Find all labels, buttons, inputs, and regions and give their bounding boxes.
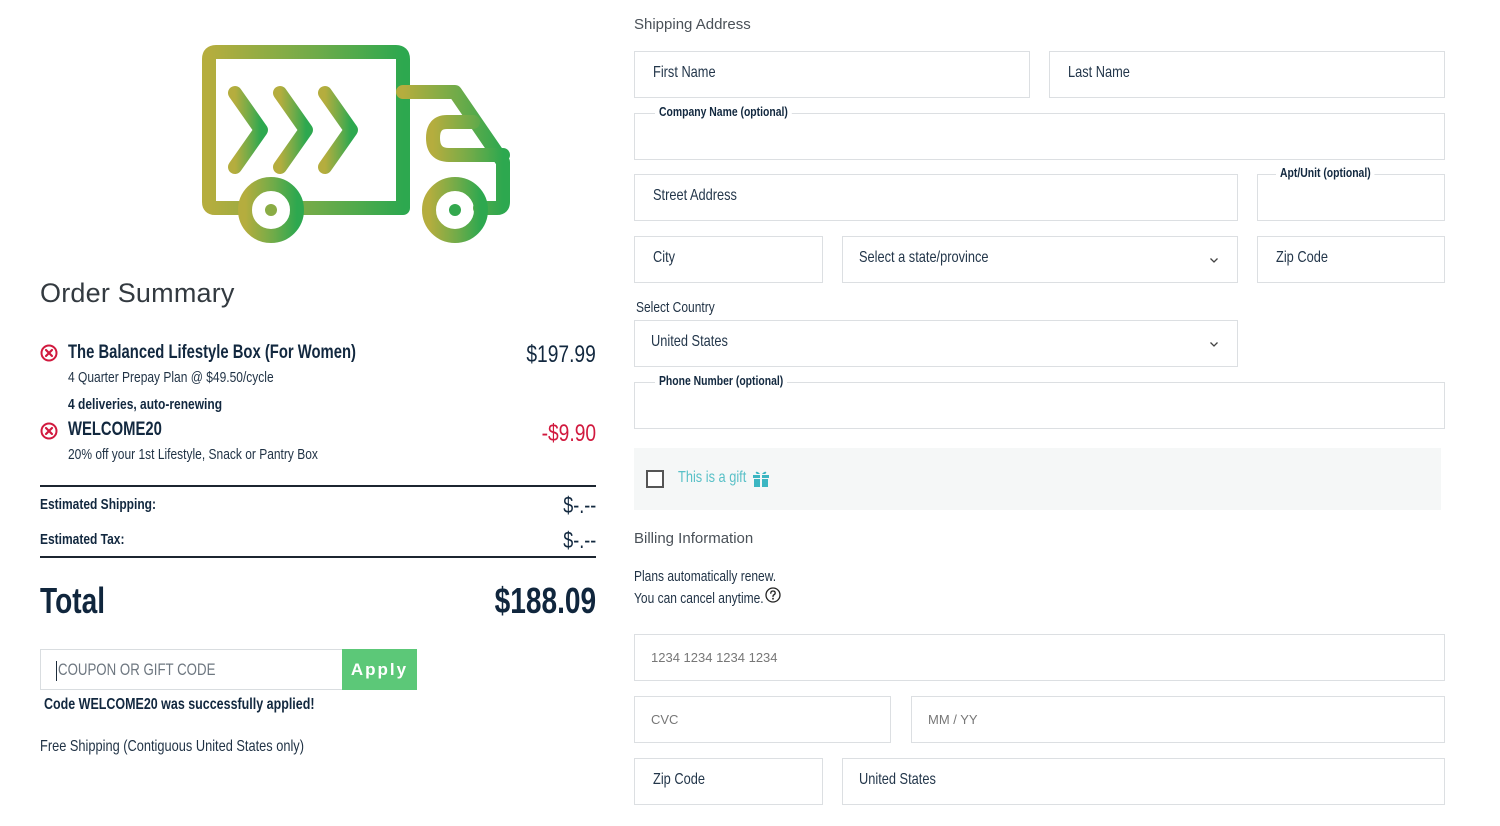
apply-coupon-button[interactable]: Apply (342, 649, 417, 690)
chevron-down-icon (1210, 342, 1218, 347)
auto-renew-line: Plans automatically renew. (634, 568, 777, 585)
gift-option-panel: This is a gift (634, 448, 1441, 510)
last-name-placeholder: Last Name (1068, 64, 1130, 81)
apt-unit-label: Apt/Unit (optional) (1276, 165, 1375, 180)
item-plan: 4 Quarter Prepay Plan @ $49.50/cycle (68, 369, 274, 386)
chevron-arrow (318, 86, 358, 174)
state-select[interactable]: Select a state/province (842, 236, 1238, 283)
estimated-tax-row: Estimated Tax: $-.-- (40, 527, 596, 555)
line-item-coupon: WELCOME20 20% off your 1st Lifestyle, Sn… (40, 418, 596, 468)
coupon-form: COUPON OR GIFT CODE Apply (40, 649, 417, 690)
coupon-description: 20% off your 1st Lifestyle, Snack or Pan… (68, 446, 318, 463)
expiry-placeholder: MM / YY (928, 712, 978, 727)
order-summary-title: Order Summary (40, 278, 235, 308)
billing-country-field[interactable]: United States (842, 758, 1445, 805)
city-placeholder: City (653, 249, 676, 266)
first-name-placeholder: First Name (653, 64, 716, 81)
billing-information-title: Billing Information (634, 530, 754, 547)
cancel-anytime-line: You can cancel anytime. (634, 590, 764, 607)
line-item-box: The Balanced Lifestyle Box (For Women) 4… (40, 340, 596, 418)
chevron-arrow (273, 86, 313, 174)
phone-number-field[interactable]: Phone Number (optional) (634, 373, 1445, 429)
gift-icon (753, 471, 769, 487)
zip-code-placeholder: Zip Code (1276, 249, 1328, 266)
country-selected: United States (651, 333, 728, 350)
divider (40, 556, 596, 558)
billing-zip-placeholder: Zip Code (653, 771, 705, 788)
state-selected: Select a state/province (859, 249, 989, 266)
coupon-code-name: WELCOME20 (68, 419, 162, 440)
street-address-field[interactable]: Street Address (634, 174, 1238, 221)
apt-unit-field[interactable]: Apt/Unit (optional) (1257, 165, 1445, 221)
auto-renew-note: Plans automatically renew. You can cance… (634, 566, 776, 610)
gift-checkbox[interactable] (646, 470, 664, 488)
billing-country-value: United States (859, 771, 936, 788)
coupon-discount: -$9.90 (541, 420, 596, 447)
item-deliveries: 4 deliveries, auto-renewing (68, 396, 223, 413)
gift-label[interactable]: This is a gift (678, 469, 746, 487)
total-label: Total (40, 580, 105, 621)
estimated-shipping-value: $-.-- (563, 492, 596, 518)
first-name-field[interactable]: First Name (634, 51, 1030, 98)
estimated-shipping-row: Estimated Shipping: $-.-- (40, 492, 596, 520)
remove-circle-x-icon[interactable] (40, 344, 58, 362)
coupon-input[interactable] (41, 650, 342, 689)
shipping-address-title: Shipping Address (634, 16, 751, 33)
zip-code-field[interactable]: Zip Code (1257, 236, 1445, 283)
chevron-arrow (228, 86, 268, 174)
card-number-field[interactable]: 1234 1234 1234 1234 (634, 634, 1445, 681)
estimated-tax-label: Estimated Tax: (40, 531, 125, 548)
delivery-truck-icon (60, 45, 510, 243)
divider (40, 485, 596, 487)
item-name: The Balanced Lifestyle Box (For Women) (68, 342, 356, 363)
free-shipping-note: Free Shipping (Contiguous United States … (40, 738, 304, 755)
city-field[interactable]: City (634, 236, 823, 283)
select-country-label: Select Country (636, 299, 715, 316)
remove-circle-x-icon[interactable] (40, 422, 58, 440)
text-caret (56, 661, 57, 681)
estimated-shipping-label: Estimated Shipping: (40, 496, 157, 513)
estimated-tax-value: $-.-- (563, 527, 596, 553)
expiry-field[interactable]: MM / YY (911, 696, 1445, 743)
phone-number-label: Phone Number (optional) (655, 373, 788, 388)
card-number-placeholder: 1234 1234 1234 1234 (651, 650, 778, 665)
coupon-success-message: Code WELCOME20 was successfully applied! (44, 696, 315, 713)
cvc-placeholder: CVC (651, 712, 679, 727)
total-value: $188.09 (494, 580, 596, 621)
street-address-placeholder: Street Address (653, 187, 737, 204)
country-select[interactable]: United States (634, 320, 1238, 367)
cvc-field[interactable]: CVC (634, 696, 891, 743)
company-name-field[interactable]: Company Name (optional) (634, 104, 1445, 160)
question-circle-icon[interactable] (765, 587, 781, 603)
last-name-field[interactable]: Last Name (1049, 51, 1445, 98)
item-price: $197.99 (526, 341, 596, 368)
company-name-label: Company Name (optional) (655, 104, 792, 119)
chevron-down-icon (1210, 258, 1218, 263)
billing-zip-field[interactable]: Zip Code (634, 758, 823, 805)
